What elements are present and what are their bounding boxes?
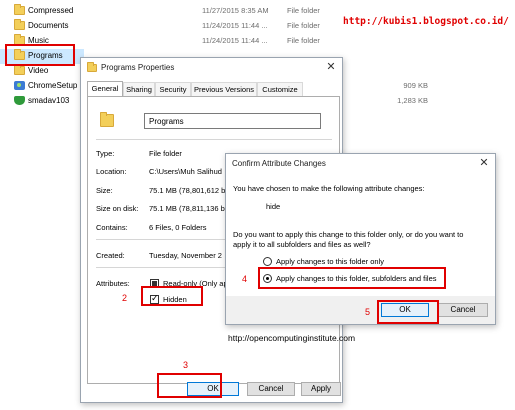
annotation-number-3: 3 [183, 360, 189, 370]
confirm-cancel-button[interactable]: Cancel [438, 303, 488, 317]
type-value: File folder [149, 149, 182, 158]
properties-title: Programs Properties [101, 63, 175, 72]
file-name: Video [28, 66, 49, 75]
file-name: Compressed [28, 6, 74, 15]
confirm-message: You have chosen to make the following at… [233, 184, 425, 193]
file-type: File folder [287, 6, 320, 15]
properties-cancel-button[interactable]: Cancel [247, 382, 295, 396]
folder-icon [87, 62, 97, 72]
size-on-disk-label: Size on disk: [96, 204, 139, 213]
file-size: 1,283 KB [397, 96, 428, 105]
annotation-box-hidden [141, 286, 203, 306]
confirm-attribute-changes-dialog: Confirm Attribute Changes ✕ You have cho… [225, 153, 496, 325]
folder-icon [14, 4, 25, 15]
type-label: Type: [96, 149, 115, 158]
contains-label: Contains: [96, 223, 128, 232]
confirm-footer: OK Cancel [226, 296, 495, 324]
tab-previous-versions[interactable]: Previous Versions [191, 82, 257, 96]
file-name: smadav103 [28, 96, 70, 105]
folder-icon [100, 112, 114, 127]
annotation-number-4: 4 [242, 274, 248, 284]
file-size: 909 KB [403, 81, 428, 90]
folder-icon [14, 64, 25, 75]
folder-name-input[interactable]: Programs [144, 113, 321, 129]
tab-sharing[interactable]: Sharing [123, 82, 155, 96]
close-icon[interactable]: ✕ [324, 60, 338, 74]
divider [96, 139, 332, 140]
confirm-title: Confirm Attribute Changes [232, 159, 326, 168]
close-icon[interactable]: ✕ [477, 156, 491, 170]
annotation-number-2: 2 [122, 293, 128, 303]
tab-customize[interactable]: Customize [257, 82, 303, 96]
properties-titlebar[interactable]: Programs Properties ✕ [81, 58, 342, 78]
file-date: 11/27/2015 8:35 AM [202, 6, 269, 15]
file-date: 11/24/2015 11:44 ... [202, 36, 268, 45]
file-name: ChromeSetup [28, 81, 78, 90]
annotation-number-5: 5 [365, 307, 371, 317]
folder-only-radio[interactable] [263, 257, 272, 266]
tab-security[interactable]: Security [155, 82, 191, 96]
created-label: Created: [96, 251, 125, 260]
confirm-change: hide [266, 202, 281, 211]
source-url-caption: http://opencomputinginstitute.com [228, 333, 356, 343]
annotation-box-programs [5, 44, 75, 66]
chrome-setup-icon [14, 81, 25, 90]
tab-general[interactable]: General [87, 81, 123, 96]
folder-only-label: Apply changes to this folder only [276, 257, 384, 266]
annotation-box-ok [157, 373, 222, 398]
watermark-url: http://kubis1.blogspot.co.id/ [343, 16, 509, 27]
file-type: File folder [287, 21, 320, 30]
folder-icon [14, 19, 25, 30]
confirm-titlebar[interactable]: Confirm Attribute Changes ✕ [226, 154, 495, 173]
annotation-box-apply-subfolders [258, 267, 446, 289]
annotation-box-confirm-ok [377, 300, 439, 324]
location-label: Location: [96, 167, 127, 176]
file-name: Documents [28, 21, 69, 30]
file-date: 11/24/2015 11:44 ... [202, 21, 268, 30]
properties-apply-button[interactable]: Apply [301, 382, 341, 396]
file-type: File folder [287, 36, 320, 45]
contains-value: 6 Files, 0 Folders [149, 223, 207, 232]
attributes-label: Attributes: [96, 279, 130, 288]
confirm-question-line1: Do you want to apply this change to this… [233, 230, 464, 239]
size-label: Size: [96, 186, 113, 195]
file-row-music[interactable]: Music 11/24/2015 11:44 ... File folder [0, 34, 515, 49]
smadav-shield-icon [14, 96, 25, 105]
confirm-question-line2: apply it to all subfolders and files as … [233, 240, 371, 249]
